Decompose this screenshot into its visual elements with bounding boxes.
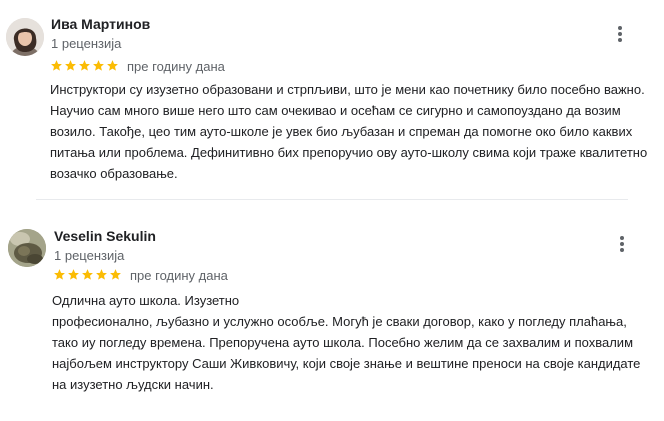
review-text-line: Инструктори су изузетно образовани и стр… [50,82,645,97]
avatar-photo [6,18,44,56]
star-icon [96,269,107,280]
reviewer-name[interactable]: Veselin Sekulin [54,228,156,244]
rating-stars [50,59,119,72]
review-text: Инструктори су изузетно образовани и стр… [50,79,650,184]
avatar[interactable] [6,18,44,56]
star-icon [107,60,118,71]
review-text-line: возило. Такође, цео тим ауто-школе је ув… [50,124,633,139]
review-text-line: најбољем инструктору Саши Живковичу, кој… [52,356,641,371]
review-text-line: питања или проблема. Дефинитивно бих пре… [50,145,648,160]
avatar[interactable] [8,229,46,267]
star-icon [82,269,93,280]
star-icon [68,269,79,280]
star-icon [51,60,62,71]
review-text-line: на изузетно људски начин. [52,377,214,392]
review-text-line: професионално, љубазно и услужно особље.… [52,314,627,329]
star-icon [79,60,90,71]
review-count: 1 рецензија [51,36,122,51]
review-text-line: Научио сам много више него што сам очеки… [50,103,621,118]
star-icon [54,269,65,280]
review-date: пре годину дана [127,59,225,74]
star-icon [110,269,121,280]
divider [36,199,628,200]
star-icon [65,60,76,71]
review-text: Одлична ауто школа. Изузетно професионал… [52,290,652,395]
review-date: пре годину дана [130,268,228,283]
star-icon [93,60,104,71]
review-text-line: возачко образовање. [50,166,178,181]
more-vert-icon[interactable] [612,24,628,44]
reviewer-name[interactable]: Ива Мартинов [51,16,150,32]
more-vert-icon[interactable] [614,234,630,254]
rating-stars [53,268,122,281]
avatar-photo [8,229,46,267]
review-count: 1 рецензија [54,248,125,263]
review-text-line: Одлична ауто школа. Изузетно [52,293,240,308]
review-text-line: тако иу погледу времена. Препоручена аут… [52,335,634,350]
